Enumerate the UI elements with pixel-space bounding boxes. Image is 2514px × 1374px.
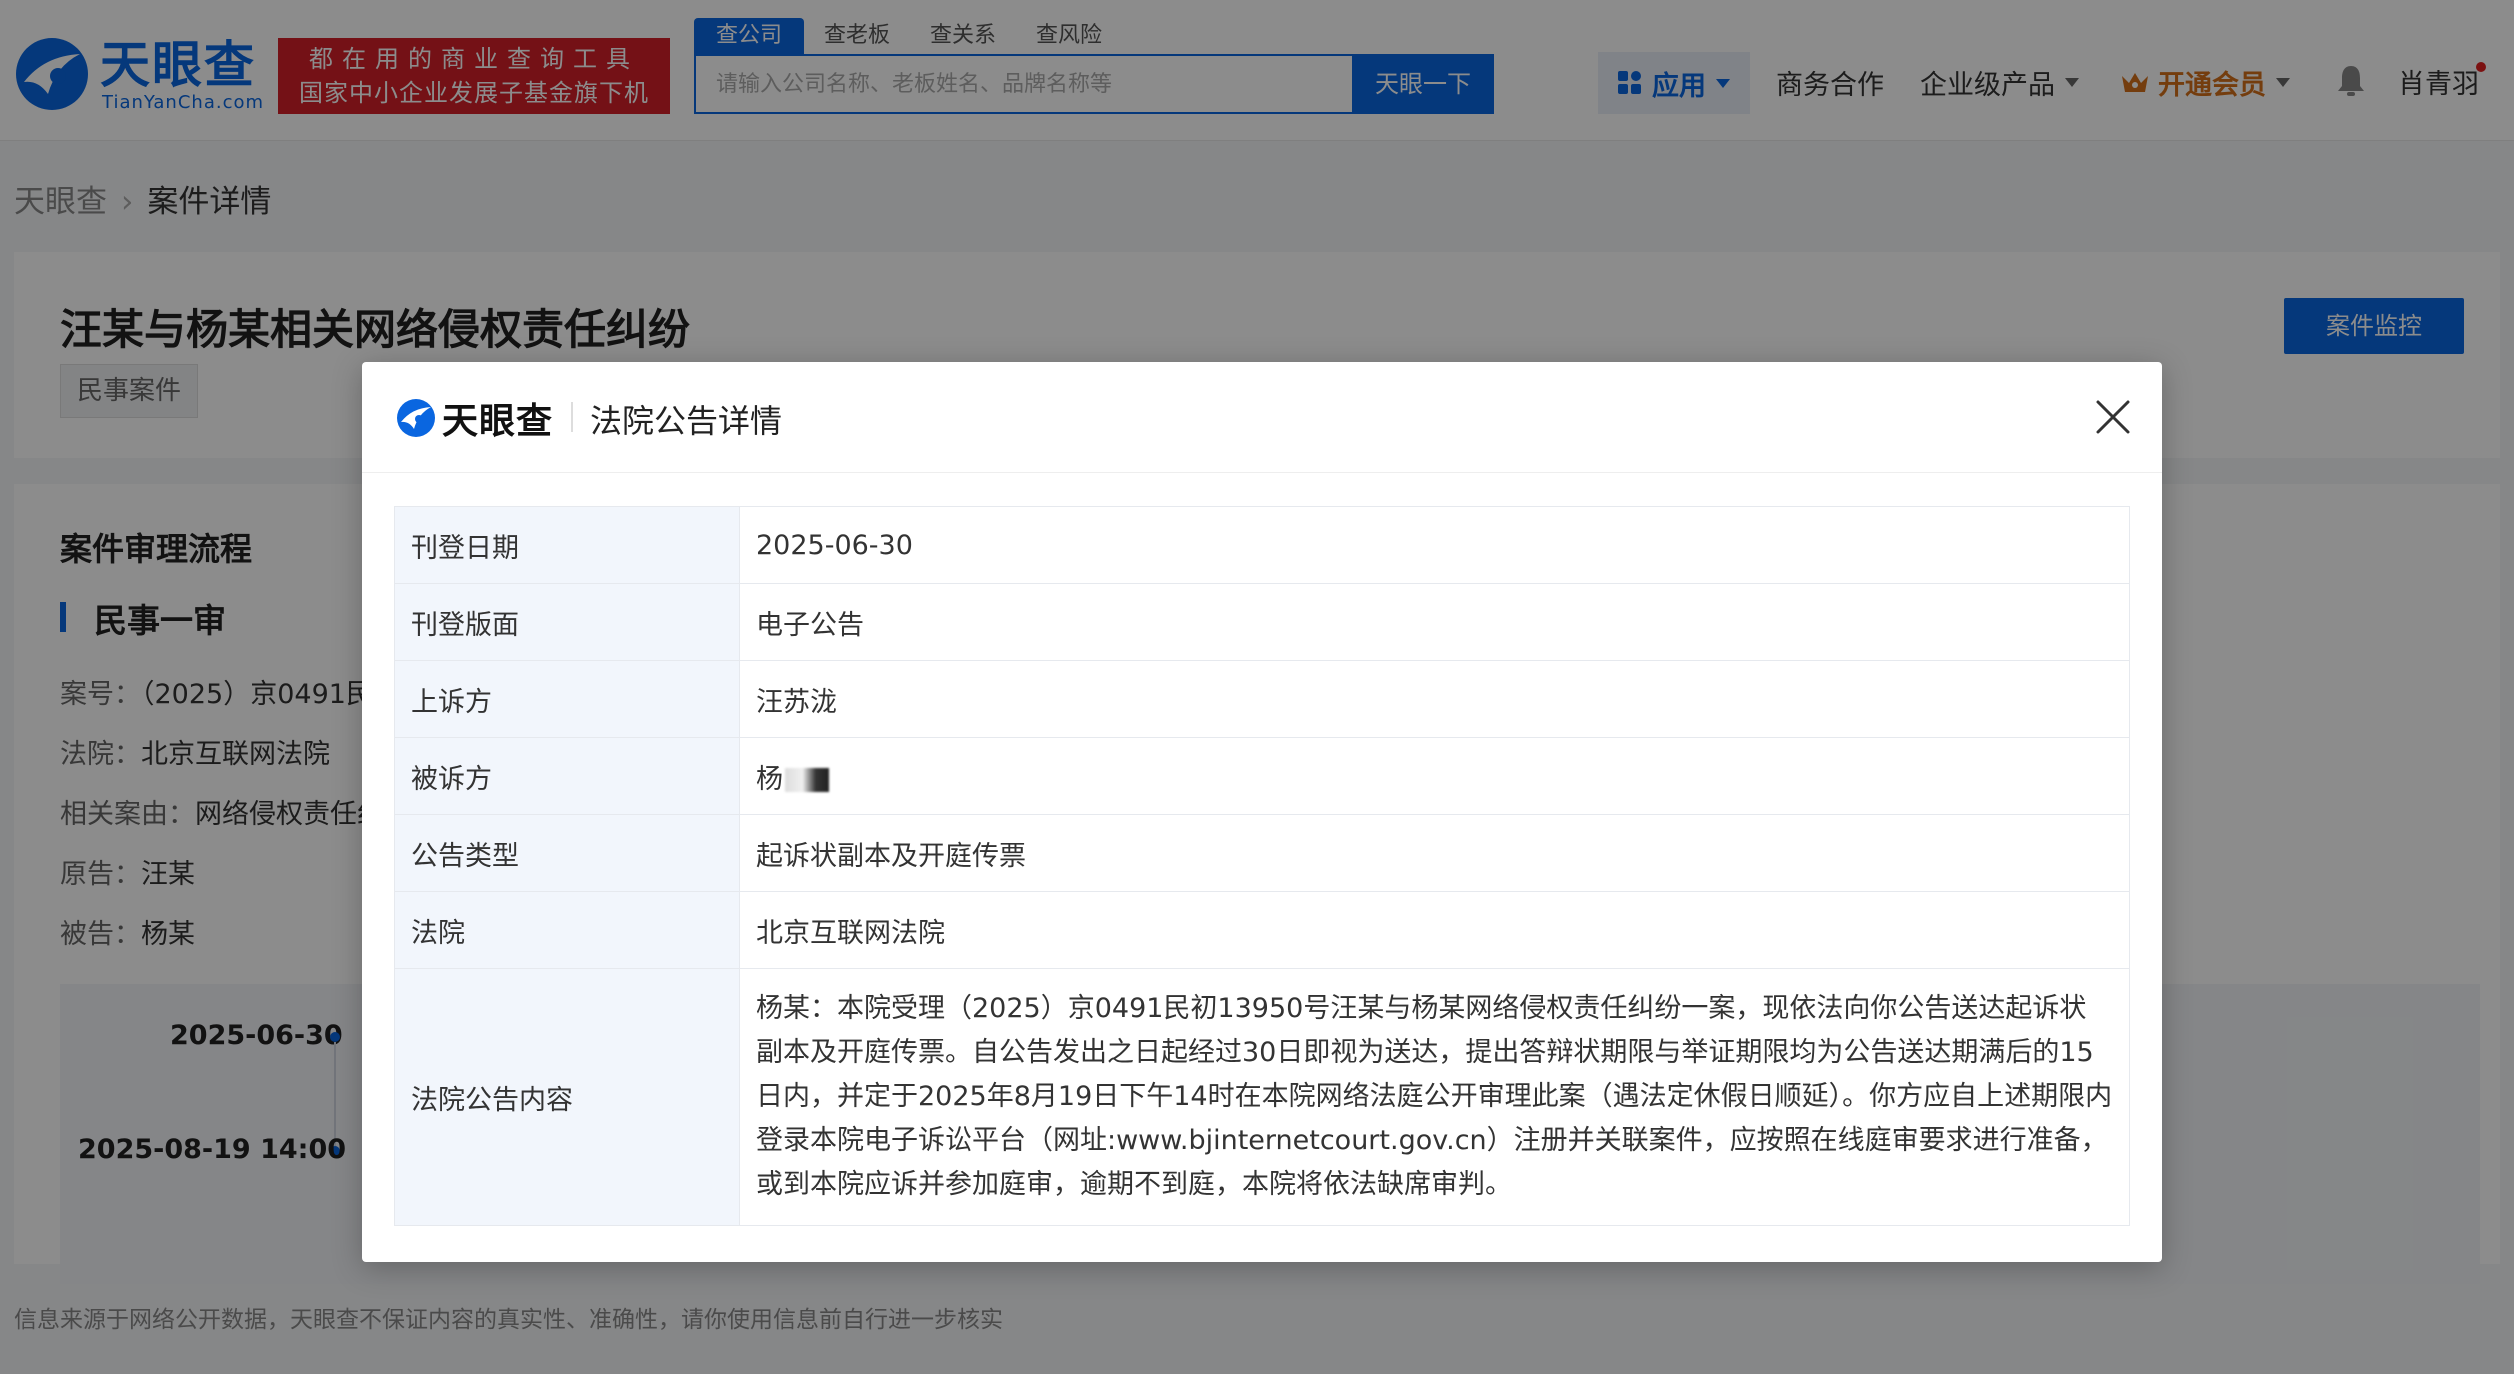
notice-detail-table: 刊登日期 2025-06-30 刊登版面 电子公告 上诉方 汪苏泷 被诉方 杨 … [394, 506, 2130, 1226]
header-divider [571, 402, 573, 432]
row-value: 起诉状副本及开庭传票 [739, 814, 2130, 892]
modal-logo-text: 天眼查 [442, 401, 554, 442]
row-label: 刊登版面 [394, 583, 740, 661]
table-row: 法院公告内容 杨某：本院受理（2025）京0491民初13950号汪某与杨某网络… [394, 968, 2130, 1226]
row-value: 2025-06-30 [739, 506, 2130, 584]
row-label: 被诉方 [394, 737, 740, 815]
table-row: 法院 北京互联网法院 [394, 891, 2130, 969]
row-value: 杨 [739, 737, 2130, 815]
row-value: 北京互联网法院 [739, 891, 2130, 969]
table-row: 被诉方 杨 [394, 737, 2130, 815]
row-label: 上诉方 [394, 660, 740, 738]
row-value: 汪苏泷 [739, 660, 2130, 738]
row-label: 刊登日期 [394, 506, 740, 584]
logo-eye-icon [397, 399, 435, 437]
row-label: 公告类型 [394, 814, 740, 892]
defendant-name: 杨 [756, 763, 783, 795]
row-label: 法院 [394, 891, 740, 969]
close-icon[interactable] [2094, 398, 2132, 436]
notice-content: 杨某：本院受理（2025）京0491民初13950号汪某与杨某网络侵权责任纠纷一… [739, 968, 2130, 1226]
modal-title: 法院公告详情 [590, 402, 783, 440]
modal-header: 天眼查 法院公告详情 [362, 362, 2162, 473]
court-notice-modal: 天眼查 法院公告详情 刊登日期 2025-06-30 刊登版面 电子公告 上诉方… [362, 362, 2162, 1262]
table-row: 刊登日期 2025-06-30 [394, 506, 2130, 584]
row-label: 法院公告内容 [394, 968, 740, 1226]
row-value: 电子公告 [739, 583, 2130, 661]
redacted-text [785, 768, 829, 792]
table-row: 上诉方 汪苏泷 [394, 660, 2130, 738]
table-row: 公告类型 起诉状副本及开庭传票 [394, 814, 2130, 892]
table-row: 刊登版面 电子公告 [394, 583, 2130, 661]
